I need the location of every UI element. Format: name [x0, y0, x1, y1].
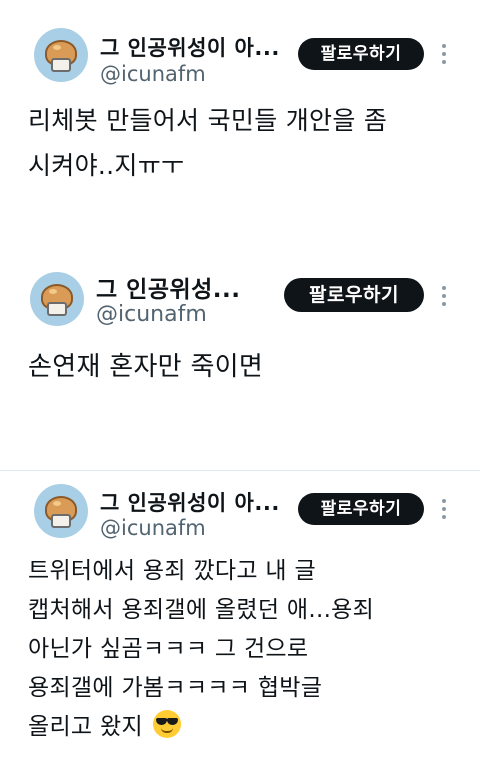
more-vertical-icon[interactable]: [441, 499, 447, 523]
display-name[interactable]: 그 인공위성...: [96, 270, 241, 304]
avatar[interactable]: [30, 272, 84, 326]
tweet-post-3[interactable]: 그 인공위성이 아... @icunafm 팔로우하기 트위터에서 용죄 깠다고…: [0, 471, 480, 761]
follow-button[interactable]: 팔로우하기: [284, 278, 424, 312]
tweet-text-line: 트위터에서 용죄 깠다고 내 글: [28, 558, 316, 584]
tweet-text-line-last: 올리고 왔지: [28, 707, 181, 747]
handle[interactable]: @icunafm: [96, 302, 207, 327]
display-name[interactable]: 그 인공위성이 아...: [100, 487, 280, 517]
handle[interactable]: @icunafm: [100, 62, 206, 86]
sunglasses-emoji-icon: [152, 710, 181, 738]
follow-button[interactable]: 팔로우하기: [298, 493, 424, 525]
more-vertical-icon[interactable]: [441, 44, 447, 68]
avatar[interactable]: [34, 484, 88, 538]
tweet-text-line: 용죄갤에 가봄ㅋㅋㅋㅋ 협박글: [28, 675, 323, 701]
avatar[interactable]: [34, 28, 88, 82]
display-name[interactable]: 그 인공위성이 아...: [100, 32, 280, 62]
handle[interactable]: @icunafm: [100, 516, 206, 540]
tweet-post-1[interactable]: 그 인공위성이 아... @icunafm 팔로우하기 리체봇 만들어서 국민들…: [0, 0, 480, 240]
tweet-post-2[interactable]: 그 인공위성... @icunafm 팔로우하기 손연재 혼자만 죽이면: [0, 240, 480, 470]
tweet-text-line: 시켜야..지ㅠㅜ: [28, 151, 185, 180]
tweet-text-line: 손연재 혼자만 죽이면: [28, 352, 264, 382]
tweet-text-line: 리체봇 만들어서 국민들 개안을 좀: [28, 106, 388, 135]
tweet-text-line: 캡처해서 용죄갤에 올렸던 애...용죄: [28, 597, 375, 623]
more-vertical-icon[interactable]: [441, 286, 447, 310]
tweet-text-line: 아닌가 싶곰ㅋㅋㅋ 그 건으로: [28, 636, 309, 662]
tweet-text-segment: 올리고 왔지: [28, 714, 143, 740]
follow-button[interactable]: 팔로우하기: [298, 38, 424, 70]
